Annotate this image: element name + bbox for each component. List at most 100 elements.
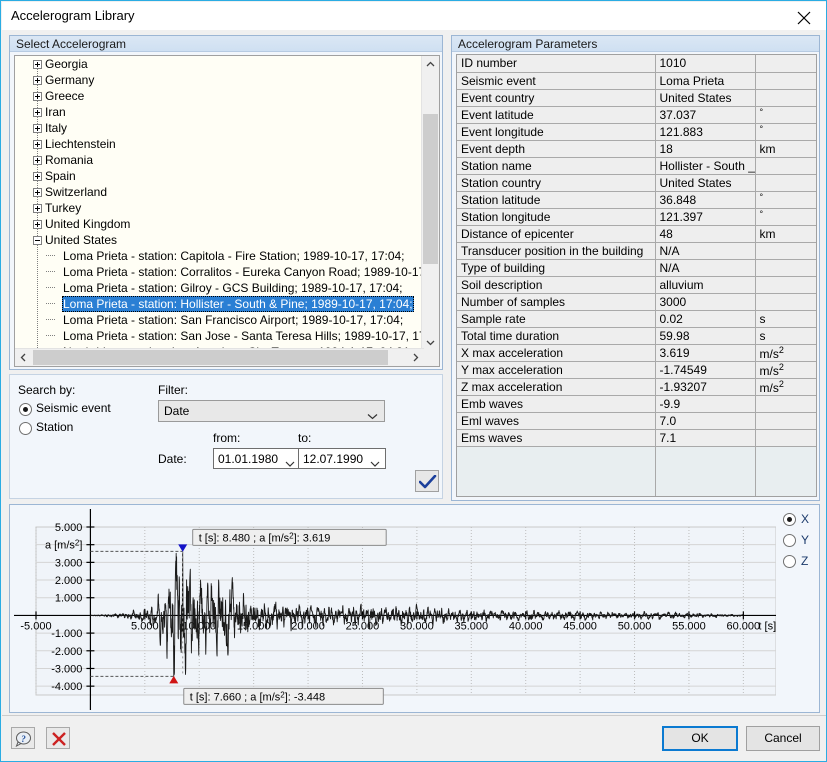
parameter-row[interactable]: Emb waves -9.9 [457,395,816,413]
parameter-value[interactable]: 3.619 [655,344,756,362]
parameter-row[interactable]: Total time duration 59.98 s [457,327,816,345]
parameter-row[interactable]: Y max acceleration -1.74549 m/s2 [457,361,816,379]
parameter-row[interactable]: Event depth 18 km [457,140,816,158]
radio-axis-y[interactable] [783,534,796,547]
accelerogram-tree[interactable]: Georgia Germany Greece Iran Italy Liecht… [15,56,424,351]
parameter-row[interactable]: ID number 1010 [457,55,816,73]
scroll-up-icon[interactable] [422,56,439,73]
parameter-value[interactable]: 37.037 [655,106,756,124]
parameter-value[interactable]: 7.1 [655,429,756,447]
tree-item-country[interactable]: Iran [15,104,424,120]
parameter-value[interactable]: United States [655,174,756,192]
filter-dropdown[interactable]: Date [158,400,385,422]
tree-item-station[interactable]: Loma Prieta - station: Capitola - Fire S… [15,248,424,264]
tree-item-country[interactable]: United Kingdom [15,216,424,232]
parameter-row[interactable]: Distance of epicenter 48 km [457,225,816,243]
tree-item-station[interactable]: Loma Prieta - station: San Francisco Air… [15,312,424,328]
tree-item-country[interactable]: Switzerland [15,184,424,200]
radio-axis-x[interactable] [783,513,796,526]
chevron-down-icon[interactable] [285,456,295,470]
axis-option-y[interactable]: Y [777,532,815,553]
expand-plus-icon[interactable] [33,172,42,182]
tree-item-station[interactable]: Loma Prieta - station: Corralitos - Eure… [15,264,424,280]
tree-horizontal-scrollbar[interactable] [15,348,424,366]
expand-plus-icon[interactable] [33,204,42,214]
parameter-row[interactable]: Event country United States [457,89,816,107]
parameter-row[interactable]: Station latitude 36.848 ° [457,191,816,209]
radio-axis-z[interactable] [783,555,796,568]
axis-option-x[interactable]: X [777,511,815,532]
parameter-value[interactable]: 0.02 [655,310,756,328]
parameter-value[interactable]: 1010 [655,55,756,73]
collapse-minus-icon[interactable] [33,236,42,246]
tree-item-country[interactable]: Romania [15,152,424,168]
parameter-row[interactable]: Soil description alluvium [457,276,816,294]
axis-option-z[interactable]: Z [777,553,815,574]
expand-plus-icon[interactable] [33,156,42,166]
parameter-row[interactable]: Station nameHollister - South _Pin [457,157,816,175]
parameter-value[interactable]: N/A [655,259,756,277]
radio-station[interactable] [19,422,32,435]
tree-item-station-selected[interactable]: Loma Prieta - station: Hollister - South… [15,296,424,312]
tree-item-country[interactable]: Greece [15,88,424,104]
parameter-row[interactable]: Transducer position in the building N/A [457,242,816,260]
tree-item-country[interactable]: Georgia [15,56,424,72]
expand-plus-icon[interactable] [33,76,42,86]
delete-button[interactable] [46,727,70,749]
apply-filter-button[interactable] [415,470,439,492]
ok-button[interactable]: OK [662,726,738,751]
cancel-button[interactable]: Cancel [746,726,820,751]
parameter-row[interactable]: Sample rate 0.02 s [457,310,816,328]
parameter-value[interactable]: 121.397 [655,208,756,226]
tree-item-country-expanded[interactable]: United States [15,232,424,248]
tree-item-country[interactable]: Italy [15,120,424,136]
expand-plus-icon[interactable] [33,124,42,134]
date-from-input[interactable]: 01.01.1980 [213,448,301,469]
scroll-left-icon[interactable] [15,349,32,366]
close-icon[interactable] [781,2,826,30]
parameter-value[interactable]: 18 [655,140,756,158]
expand-plus-icon[interactable] [33,140,42,150]
parameter-row[interactable]: X max acceleration 3.619 m/s2 [457,344,816,362]
parameter-row[interactable]: Station longitude 121.397 ° [457,208,816,226]
expand-plus-icon[interactable] [33,108,42,118]
parameter-row[interactable]: Seismic event Loma Prieta [457,72,816,90]
parameter-value[interactable]: 3000 [655,293,756,311]
parameter-row[interactable]: Event latitude 37.037 ° [457,106,816,124]
date-to-input[interactable]: 12.07.1990 [298,448,386,469]
tree-item-country[interactable]: Germany [15,72,424,88]
parameter-value[interactable]: -1.74549 [655,361,756,379]
expand-plus-icon[interactable] [33,188,42,198]
help-button[interactable]: ? [11,727,35,749]
expand-plus-icon[interactable] [33,60,42,70]
expand-plus-icon[interactable] [33,92,42,102]
parameter-row[interactable]: Z max acceleration -1.93207 m/s2 [457,378,816,396]
expand-plus-icon[interactable] [33,220,42,230]
parameter-value[interactable]: N/A [655,242,756,260]
parameter-value[interactable]: 48 [655,225,756,243]
parameter-value[interactable]: 36.848 [655,191,756,209]
parameter-row[interactable]: Eml waves 7.0 [457,412,816,430]
parameter-row[interactable]: Station country United States [457,174,816,192]
radio-seismic-event[interactable] [19,403,32,416]
tree-vertical-scrollbar[interactable] [421,56,439,351]
tree-item-country[interactable]: Spain [15,168,424,184]
parameter-value[interactable]: United States [655,89,756,107]
parameter-row[interactable]: Type of building N/A [457,259,816,277]
tree-item-country[interactable]: Turkey [15,200,424,216]
tree-scroll-thumb[interactable] [423,114,438,264]
accelerogram-plot[interactable]: 5.000 a [m/s2] 3.000 2.000 1.000 -1.000 -2.000… [14,509,776,710]
parameter-value[interactable]: Loma Prieta [655,72,756,90]
parameter-value[interactable]: -1.93207 [655,378,756,396]
parameter-value[interactable]: Hollister - South _Pin [655,157,756,175]
parameter-value[interactable]: 7.0 [655,412,756,430]
tree-item-station[interactable]: Loma Prieta - station: San Jose - Santa … [15,328,424,344]
parameter-row[interactable]: Number of samples 3000 [457,293,816,311]
tree-item-station[interactable]: Loma Prieta - station: Gilroy - GCS Buil… [15,280,424,296]
tree-hscroll-thumb[interactable] [33,350,388,365]
parameter-row[interactable]: Event longitude 121.883 ° [457,123,816,141]
parameter-row[interactable]: Ems waves 7.1 [457,429,816,447]
parameter-value[interactable]: 121.883 [655,123,756,141]
parameter-value[interactable]: -9.9 [655,395,756,413]
tree-item-country[interactable]: Liechtenstein [15,136,424,152]
